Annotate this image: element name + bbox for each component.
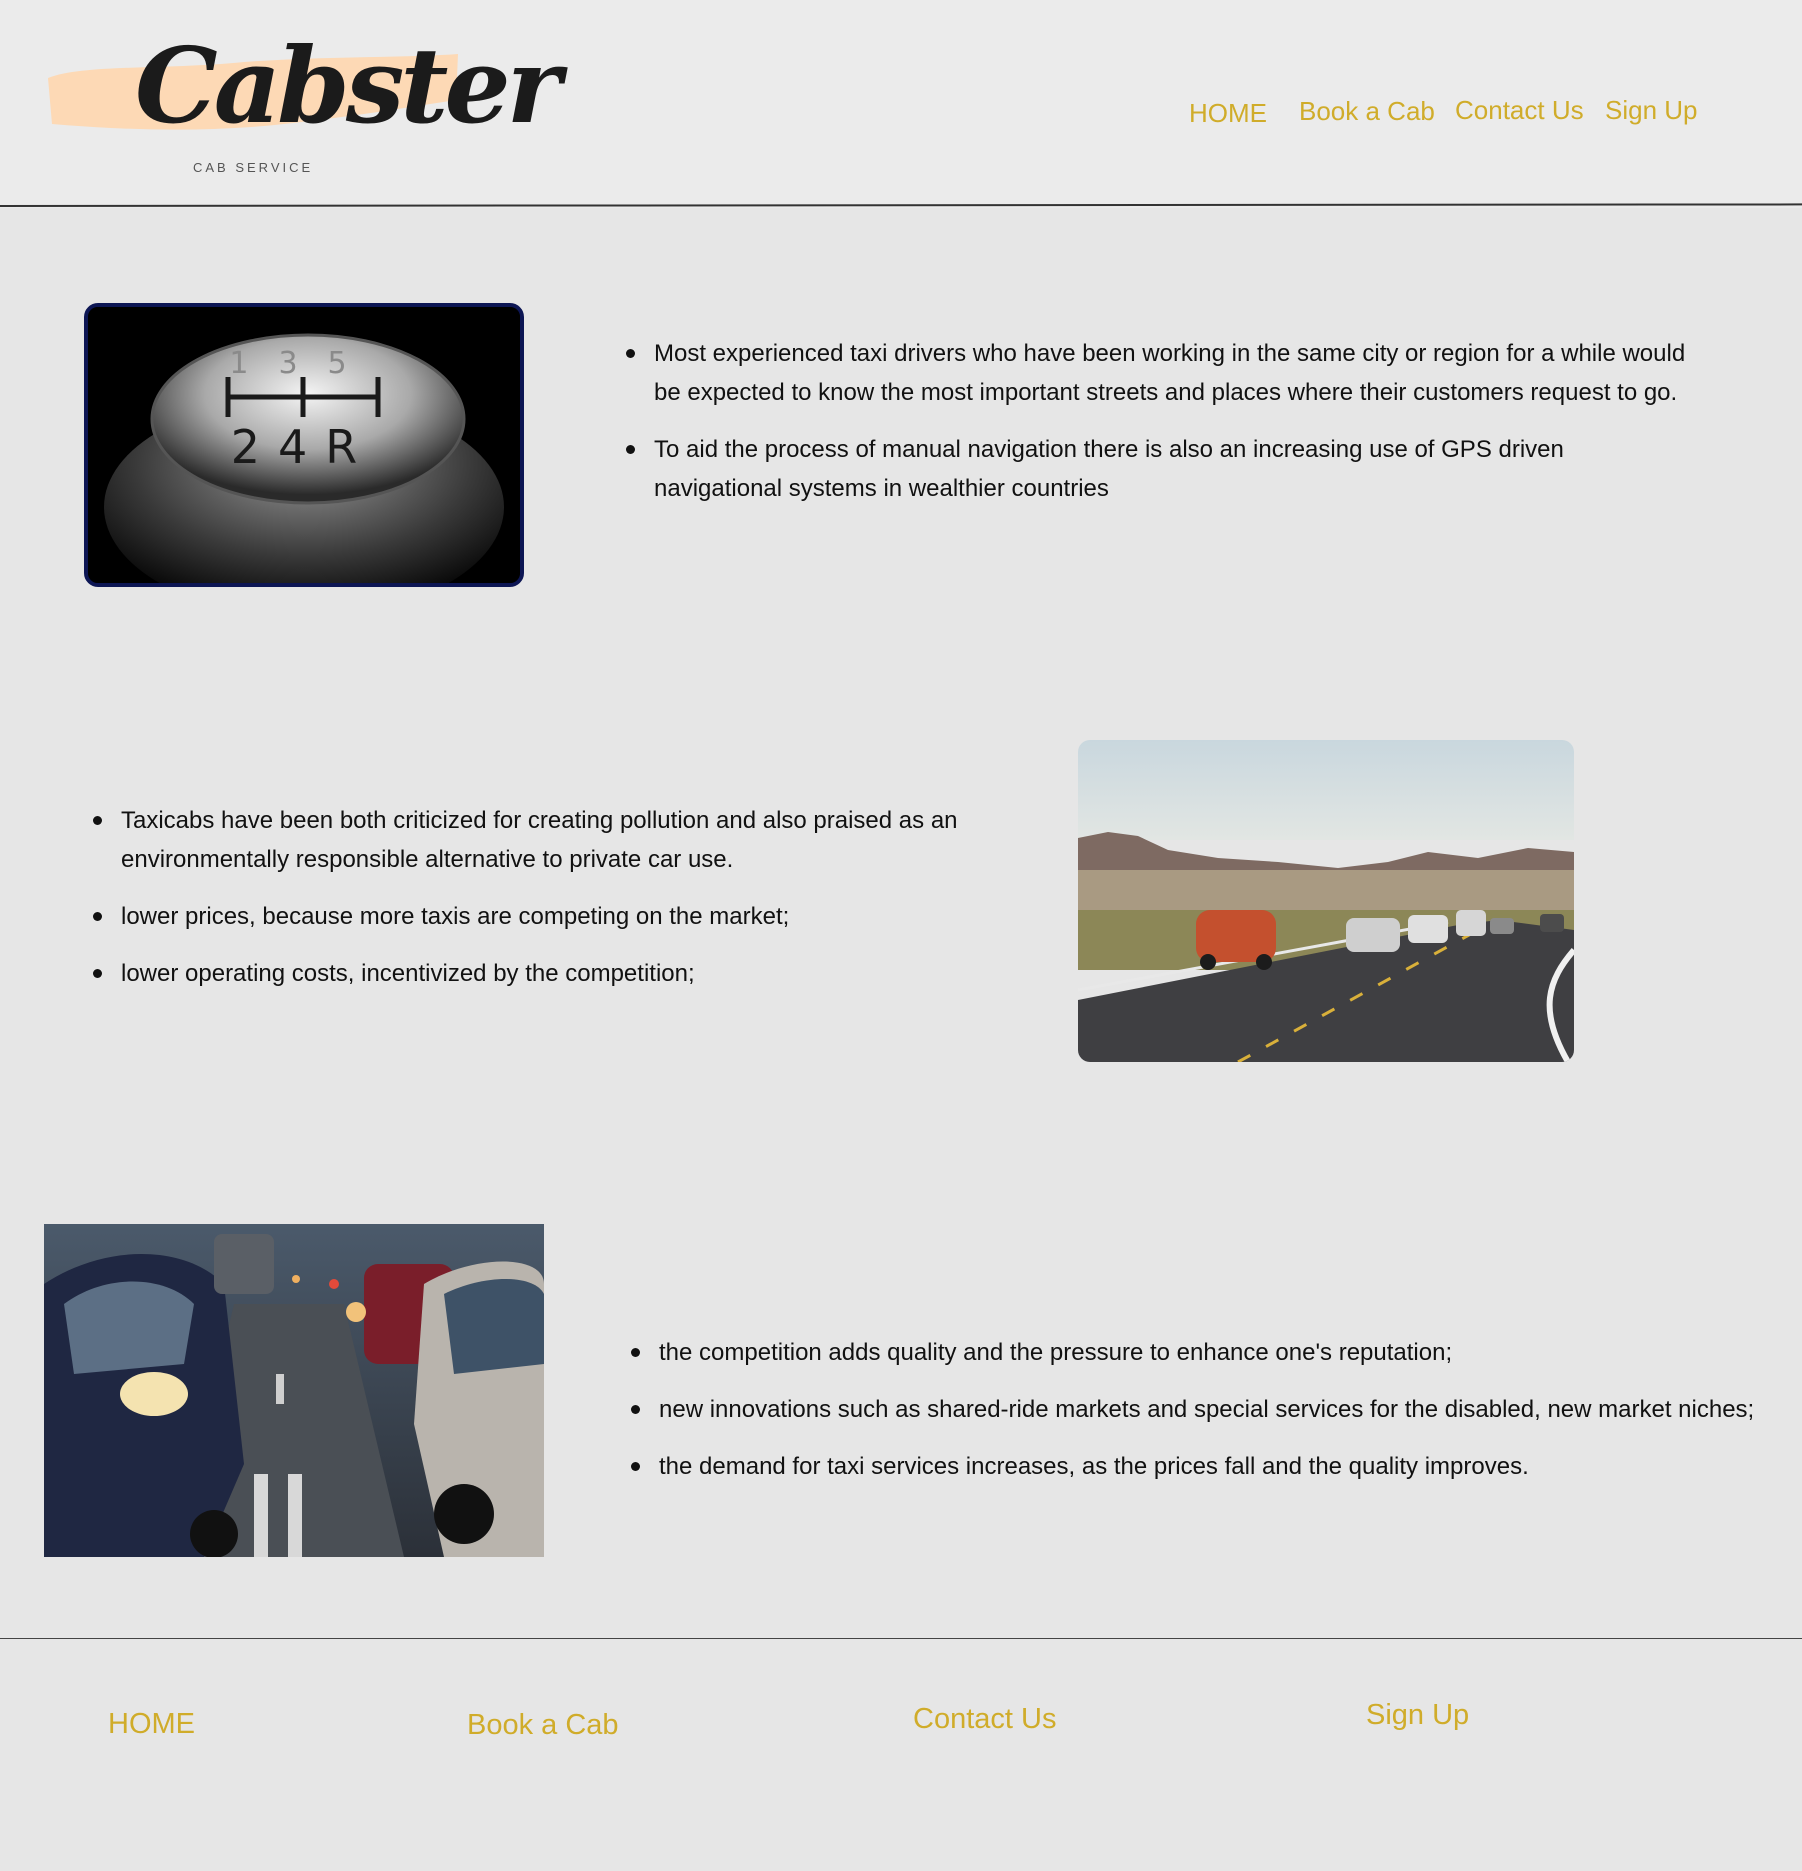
section2-bullet-list: Taxicabs have been both criticized for c… bbox=[93, 801, 1053, 1011]
svg-text:24R: 24R bbox=[231, 420, 376, 474]
gear-knob-icon: 24R 135 bbox=[88, 307, 520, 583]
list-item: new innovations such as shared-ride mark… bbox=[631, 1390, 1781, 1429]
list-item: the demand for taxi services increases, … bbox=[631, 1447, 1781, 1486]
nav-contact-us[interactable]: Contact Us bbox=[1455, 95, 1584, 126]
footer-divider bbox=[0, 1638, 1802, 1639]
footer-link-contact-us[interactable]: Contact Us bbox=[913, 1703, 1056, 1736]
highway-icon bbox=[1078, 740, 1574, 1062]
traffic-icon bbox=[44, 1224, 544, 1557]
highway-image bbox=[1078, 740, 1574, 1062]
footer-link-home[interactable]: HOME bbox=[108, 1708, 195, 1741]
gear-shift-image: 24R 135 bbox=[84, 303, 524, 587]
footer-link-sign-up[interactable]: Sign Up bbox=[1366, 1699, 1469, 1732]
svg-text:135: 135 bbox=[229, 346, 376, 381]
section3-bullet-list: the competition adds quality and the pre… bbox=[631, 1333, 1781, 1504]
logo-tagline: CAB SERVICE bbox=[193, 160, 314, 175]
list-item: lower operating costs, incentivized by t… bbox=[93, 954, 1053, 993]
nav-book-a-cab[interactable]: Book a Cab bbox=[1299, 96, 1435, 127]
section1-bullet-list: Most experienced taxi drivers who have b… bbox=[626, 334, 1686, 526]
list-item: the competition adds quality and the pre… bbox=[631, 1333, 1781, 1372]
nav-sign-up[interactable]: Sign Up bbox=[1605, 95, 1698, 126]
site-header: Cabster CAB SERVICE HOME Book a Cab Cont… bbox=[0, 0, 1802, 208]
list-item: Most experienced taxi drivers who have b… bbox=[626, 334, 1686, 412]
list-item: To aid the process of manual navigation … bbox=[626, 430, 1686, 508]
footer-link-book-a-cab[interactable]: Book a Cab bbox=[467, 1709, 619, 1742]
site-footer: HOME Book a Cab Contact Us Sign Up bbox=[0, 1640, 1802, 1871]
header-divider bbox=[0, 203, 1802, 207]
logo-wordmark: Cabster bbox=[135, 24, 561, 147]
nav-home[interactable]: HOME bbox=[1189, 98, 1267, 129]
list-item: lower prices, because more taxis are com… bbox=[93, 897, 1053, 936]
list-item: Taxicabs have been both criticized for c… bbox=[93, 801, 1053, 879]
traffic-jam-image bbox=[44, 1224, 544, 1557]
logo[interactable]: Cabster CAB SERVICE bbox=[38, 26, 561, 186]
